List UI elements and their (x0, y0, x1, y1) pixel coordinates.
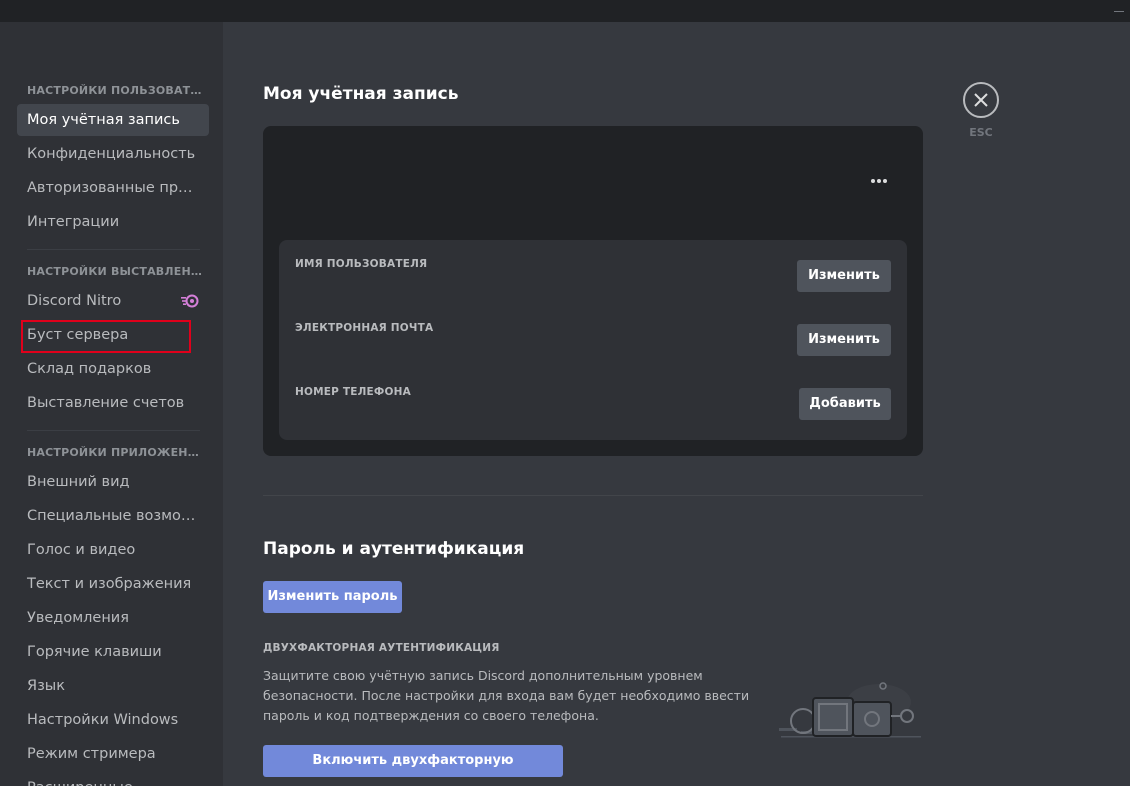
password-section-title: Пароль и аутентификация (263, 539, 525, 559)
sidebar-item-advanced[interactable]: Расширенные (17, 772, 209, 786)
twofa-description: Защитите свою учётную запись Discord доп… (263, 668, 750, 723)
sidebar-item-billing[interactable]: Выставление счетов (17, 387, 209, 419)
minimize-icon[interactable] (1114, 11, 1124, 12)
section-header-user-settings: НАСТРОЙКИ ПОЛЬЗОВАТЕЛЯ (27, 84, 202, 97)
sidebar-item-streamer-mode[interactable]: Режим стримера (17, 738, 209, 770)
sidebar-item-language[interactable]: Язык (17, 670, 209, 702)
sidebar-item-my-account[interactable]: Моя учётная запись (17, 104, 209, 136)
window-titlebar (0, 0, 1130, 22)
more-options-icon[interactable] (869, 177, 889, 185)
phone-label: НОМЕР ТЕЛЕФОНА (295, 386, 411, 398)
sidebar-item-privacy[interactable]: Конфиденциальность (17, 138, 209, 170)
sidebar-item-accessibility[interactable]: Специальные возможности (17, 500, 209, 532)
username-label: ИМЯ ПОЛЬЗОВАТЕЛЯ (295, 258, 428, 270)
nitro-icon (181, 294, 199, 308)
sidebar-item-integrations[interactable]: Интеграции (17, 206, 209, 238)
page-title: Моя учётная запись (263, 84, 459, 104)
sidebar-item-label: Discord Nitro (27, 293, 122, 309)
sidebar-item-appearance[interactable]: Внешний вид (17, 466, 209, 498)
change-password-button[interactable]: Изменить пароль (263, 581, 402, 613)
safe-illustration-icon (779, 682, 921, 738)
sidebar-item-text-images[interactable]: Текст и изображения (17, 568, 209, 600)
sidebar-item-gift-inventory[interactable]: Склад подарков (17, 353, 209, 385)
enable-twofa-button[interactable]: Включить двухфакторную аутентификацию (263, 745, 563, 786)
sidebar-item-windows-settings[interactable]: Настройки Windows (17, 704, 209, 736)
account-card: ИМЯ ПОЛЬЗОВАТЕЛЯ Изменить ЭЛЕКТРОННАЯ ПО… (263, 126, 923, 456)
account-fields-panel: ИМЯ ПОЛЬЗОВАТЕЛЯ Изменить ЭЛЕКТРОННАЯ ПО… (279, 240, 907, 440)
settings-content: Моя учётная запись ИМЯ ПОЛЬЗОВАТЕЛЯ Изме… (223, 22, 1130, 786)
sidebar-divider (27, 430, 200, 431)
edit-username-button[interactable]: Изменить (797, 260, 891, 292)
section-header-billing-settings: НАСТРОЙКИ ВЫСТАВЛЕНИЯ СЧЕТОВ (27, 265, 202, 278)
settings-sidebar: НАСТРОЙКИ ПОЛЬЗОВАТЕЛЯ Моя учётная запис… (0, 22, 223, 786)
section-divider (263, 495, 923, 496)
sidebar-item-discord-nitro[interactable]: Discord Nitro (17, 285, 209, 317)
sidebar-divider (27, 249, 200, 250)
email-label: ЭЛЕКТРОННАЯ ПОЧТА (295, 322, 434, 334)
edit-email-button[interactable]: Изменить (797, 324, 891, 356)
sidebar-item-keybinds[interactable]: Горячие клавиши (17, 636, 209, 668)
twofa-label: ДВУХФАКТОРНАЯ АУТЕНТИФИКАЦИЯ (263, 642, 500, 654)
sidebar-item-authorized-apps[interactable]: Авторизованные приложения (17, 172, 209, 204)
close-icon (974, 93, 988, 107)
highlight-annotation-box (21, 320, 191, 353)
close-button[interactable] (963, 82, 999, 118)
sidebar-item-notifications[interactable]: Уведомления (17, 602, 209, 634)
sidebar-item-voice-video[interactable]: Голос и видео (17, 534, 209, 566)
esc-label: ESC (969, 126, 993, 139)
add-phone-button[interactable]: Добавить (799, 388, 891, 420)
section-header-app-settings: НАСТРОЙКИ ПРИЛОЖЕНИЯ (27, 446, 202, 459)
